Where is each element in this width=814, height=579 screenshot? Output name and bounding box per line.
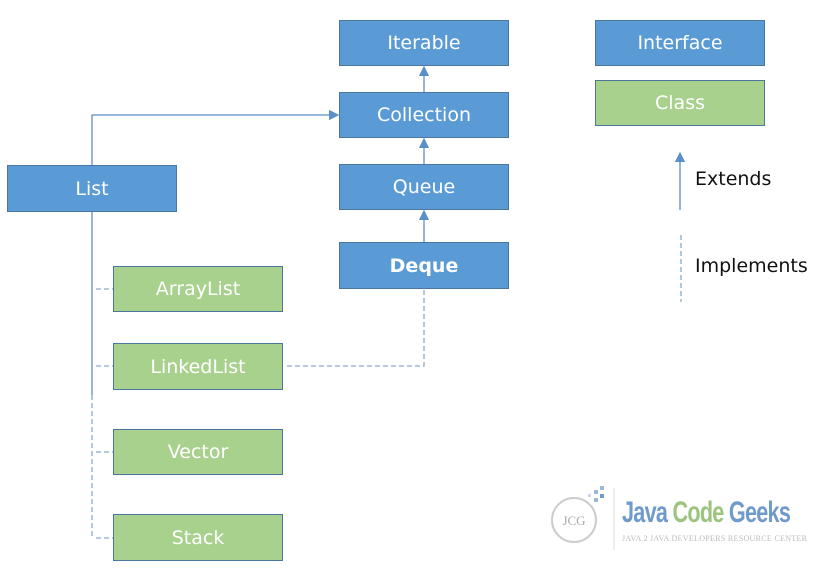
legend-implements-label: Implements — [695, 255, 808, 277]
svg-text:JCG: JCG — [562, 513, 585, 528]
legend-extends-label: Extends — [695, 168, 772, 190]
legend-interface: Interface — [595, 20, 765, 66]
node-collection: Collection — [339, 92, 509, 138]
node-deque: Deque — [339, 242, 509, 289]
node-linkedlist: LinkedList — [113, 343, 283, 390]
node-queue: Queue — [339, 164, 509, 210]
list-extends-collection — [91, 109, 340, 165]
java-code-geeks-logo: JCG Java Code Geeks JAVA 2 JAVA DEVELOPE… — [548, 484, 807, 554]
node-list: List — [7, 165, 177, 212]
legend-class: Class — [595, 80, 765, 126]
node-iterable: Iterable — [339, 20, 509, 66]
diagram: Iterable Collection Queue Deque List Arr… — [0, 0, 814, 579]
node-vector: Vector — [113, 429, 283, 475]
linkedlist-implements-deque — [287, 290, 425, 367]
jcg-logo-mark-icon: JCG — [551, 486, 615, 550]
node-stack: Stack — [113, 514, 283, 561]
node-arraylist: ArrayList — [113, 266, 283, 312]
